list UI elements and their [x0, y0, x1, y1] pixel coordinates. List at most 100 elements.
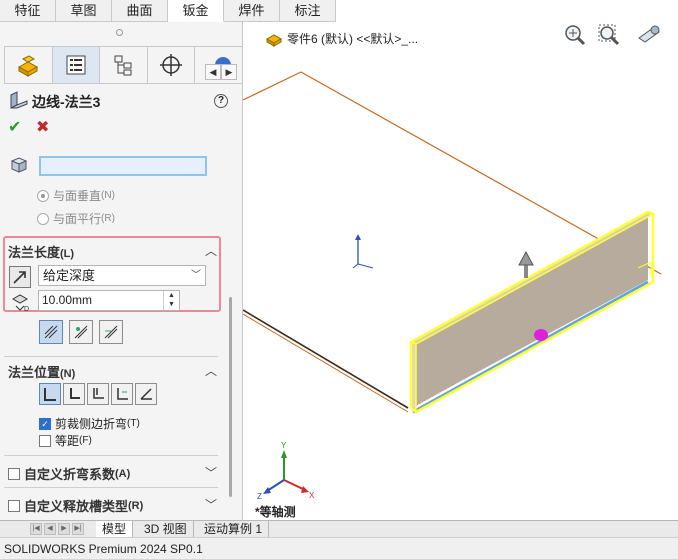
axis-triad-icon: Y X Z [257, 441, 315, 501]
offset-checkbox[interactable]: 等距 (F) [39, 432, 92, 449]
next-tab-icon[interactable]: ▶ [58, 523, 70, 535]
tab-3d-views[interactable]: 3D 视图 [138, 521, 194, 538]
flyout-feature-tree[interactable]: 零件6 (默认) <<默认>_... [265, 30, 418, 47]
length-dimension-icon: D [10, 290, 32, 315]
tab-surfaces[interactable]: 曲面 [112, 0, 168, 22]
tab-model[interactable]: 模型 [96, 521, 134, 538]
property-manager-panel: ◀ ▶ 边线-法兰3 ? ✔ ✖ 与面垂直 (N) 与面平行 (R) 法兰长度(… [0, 22, 243, 520]
custom-relief-type-label: 自定义释放槽类型 [24, 499, 129, 514]
reverse-direction-icon[interactable] [9, 266, 31, 288]
flange-length-input[interactable]: 10.00mm [38, 290, 180, 311]
tangent-to-bend-icon [140, 388, 152, 400]
radio-button[interactable] [37, 212, 49, 225]
status-bar: SOLIDWORKS Premium 2024 SP0.1 [0, 537, 678, 559]
tab-features[interactable]: 特征 [0, 0, 56, 22]
scroll-left-icon[interactable]: ◀ [205, 64, 221, 80]
property-manager-icon [66, 55, 86, 75]
tab-motion-study[interactable]: 运动算例 1 [198, 521, 270, 538]
inner-virtual-sharp-button[interactable] [69, 320, 93, 344]
bend-outside-button[interactable] [87, 383, 109, 405]
zoom-to-fit-icon[interactable] [561, 22, 587, 48]
crosshair-icon [160, 54, 183, 76]
custom-relief-type-row[interactable]: 自定义释放槽类型 (R) [8, 496, 143, 515]
radio-parallel-label: 与面平行 [53, 212, 102, 226]
flange-length-label: 法兰长度 [8, 245, 61, 260]
prev-tab-icon[interactable]: ◀ [44, 523, 56, 535]
solidworks-window: 特征 草图 曲面 钣金 焊件 标注 ◀ ▶ 边线-法兰3 ? ✔ ✖ 与面垂直 … [0, 0, 678, 559]
first-tab-icon[interactable]: |◀ [30, 523, 42, 535]
checkbox[interactable] [39, 434, 51, 447]
svg-text:X: X [309, 491, 315, 500]
flange-length-title[interactable]: 法兰长度(L) [8, 242, 74, 261]
last-tab-icon[interactable]: ▶| [72, 523, 84, 535]
graphics-area[interactable]: ◀ 零件6 (默认) <<默认>_... [243, 22, 678, 520]
property-manager-tab[interactable] [51, 46, 100, 84]
tab-weldments[interactable]: 焊件 [224, 0, 280, 22]
ok-button[interactable]: ✔ [8, 117, 21, 137]
section-divider [4, 487, 218, 488]
end-condition-select[interactable]: 给定深度 ﹀ [38, 265, 206, 286]
radio-perpendicular-label: 与面垂直 [53, 189, 102, 203]
radio-parallel-to-face[interactable]: 与面平行 (R) [37, 210, 115, 227]
checkbox[interactable] [8, 467, 20, 480]
section-divider [4, 356, 218, 357]
tangent-bend-icon [104, 325, 118, 339]
view-orientation-label: *等轴测 [255, 505, 296, 519]
length-spinner[interactable]: ▲ ▼ [163, 291, 179, 310]
chevron-down-icon[interactable]: ﹀ [205, 464, 217, 481]
configuration-manager-tab[interactable] [99, 46, 147, 84]
tangent-to-bend-button[interactable] [135, 383, 157, 405]
configuration-manager-icon [114, 55, 132, 76]
custom-relief-type-key: (R) [128, 499, 144, 512]
chevron-up-icon[interactable]: ︿ [205, 242, 217, 259]
outer-virtual-sharp-button[interactable] [39, 320, 63, 344]
command-manager-tabs: 特征 草图 曲面 钣金 焊件 标注 [0, 0, 336, 22]
help-icon[interactable]: ? [214, 94, 228, 108]
magenta-drag-handle[interactable] [534, 329, 548, 341]
tangent-bend-button[interactable] [99, 320, 123, 344]
checkbox[interactable]: ✓ [39, 417, 51, 430]
inner-virtual-sharp-icon [74, 325, 88, 339]
chevron-down-icon[interactable]: ﹀ [205, 496, 217, 513]
manager-tab-scroll: ◀ ▶ [205, 64, 237, 80]
flange-position-title[interactable]: 法兰位置(N) [8, 362, 75, 381]
flange-length-value: 10.00mm [42, 293, 93, 307]
spin-up-icon[interactable]: ▲ [164, 291, 179, 300]
scroll-right-icon[interactable]: ▶ [221, 64, 237, 80]
panel-grip-icon[interactable] [116, 29, 123, 36]
panel-scrollbar[interactable] [226, 142, 238, 520]
radio-perpendicular-to-face[interactable]: 与面垂直 (N) [37, 187, 115, 204]
radio-parallel-key: (R) [101, 213, 115, 224]
part-icon [265, 33, 283, 47]
dimxpert-manager-tab[interactable] [146, 46, 195, 84]
bend-from-virtual-sharp-button[interactable] [111, 383, 133, 405]
radio-perpendicular-key: (N) [101, 190, 115, 201]
section-divider [4, 455, 218, 456]
custom-bend-allowance-row[interactable]: 自定义折弯系数 (A) [8, 464, 130, 483]
material-inside-button[interactable] [39, 383, 61, 405]
panel-scroll-thumb[interactable] [229, 297, 232, 497]
spin-down-icon[interactable]: ▼ [164, 300, 179, 309]
cancel-button[interactable]: ✖ [36, 117, 49, 137]
model-3d-view[interactable]: Y X Z [243, 50, 678, 520]
chevron-up-icon[interactable]: ︿ [205, 362, 217, 379]
material-outside-button[interactable] [63, 383, 85, 405]
trim-side-bends-key: (T) [127, 418, 140, 429]
zoom-to-area-icon[interactable] [595, 22, 621, 48]
face-selection-field[interactable] [39, 156, 207, 176]
section-view-icon[interactable] [635, 22, 661, 48]
radio-button[interactable] [37, 189, 49, 202]
feature-manager-tab[interactable] [4, 46, 52, 84]
material-outside-icon [70, 388, 80, 399]
trim-side-bends-label: 剪裁侧边折弯 [55, 417, 128, 431]
outer-virtual-sharp-icon [44, 325, 58, 339]
tab-markup[interactable]: 标注 [280, 0, 336, 22]
material-inside-icon [44, 388, 56, 401]
bottom-tabs-bar: |◀ ◀ ▶ ▶| 模型 3D 视图 运动算例 1 [0, 520, 678, 538]
checkbox[interactable] [8, 499, 20, 512]
feature-manager-icon [18, 55, 39, 77]
tab-sheet-metal[interactable]: 钣金 [168, 0, 224, 22]
tab-sketch[interactable]: 草图 [56, 0, 112, 22]
flange-position-key: (N) [60, 368, 76, 380]
trim-side-bends-checkbox[interactable]: ✓ 剪裁侧边折弯 (T) [39, 415, 140, 432]
